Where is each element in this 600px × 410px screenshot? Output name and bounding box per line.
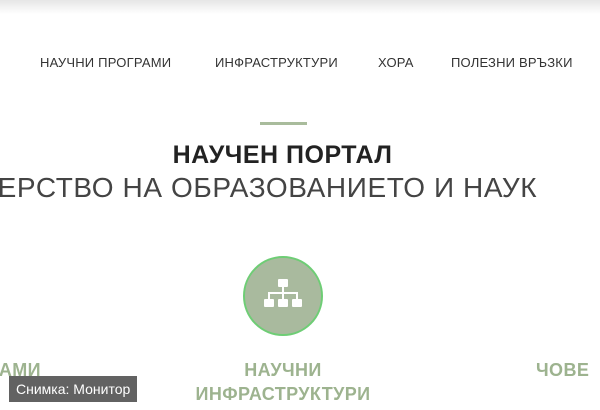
nav-item-science-programs[interactable]: НАУЧНИ ПРОГРАМИ <box>40 55 171 70</box>
nav-item-useful-links[interactable]: ПОЛЕЗНИ ВРЪЗКИ <box>451 55 573 70</box>
page-title: НАУЧЕН ПОРТАЛ <box>172 141 393 169</box>
card-infrastructures-label-line1: НАУЧНИ <box>244 360 322 380</box>
sitemap-icon <box>264 279 302 307</box>
main-nav: НАУЧНИ ПРОГРАМИ ИНФРАСТРУКТУРИ ХОРА ПОЛЕ… <box>0 55 600 73</box>
title-divider <box>260 122 307 125</box>
card-people-title[interactable]: ЧОВЕ <box>536 358 589 382</box>
card-infrastructures-title[interactable]: НАУЧНИ ИНФРАСТРУКТУРИ <box>178 358 388 406</box>
infrastructure-icon-button[interactable] <box>243 256 323 336</box>
header-shadow <box>0 0 600 14</box>
card-infrastructures-label-line2: ИНФРАСТРУКТУРИ <box>195 384 371 404</box>
nav-item-people[interactable]: ХОРА <box>378 55 414 70</box>
card-people-label: ЧОВЕ <box>536 360 590 380</box>
nav-item-infrastructures[interactable]: ИНФРАСТРУКТУРИ <box>215 55 338 70</box>
page: НАУЧНИ ПРОГРАМИ ИНФРАСТРУКТУРИ ХОРА ПОЛЕ… <box>0 0 600 410</box>
photo-credit-caption: Снимка: Монитор <box>9 376 138 402</box>
ministry-subtitle: СТЕРСТВО НА ОБРАЗОВАНИЕТО И НАУК <box>0 172 538 203</box>
